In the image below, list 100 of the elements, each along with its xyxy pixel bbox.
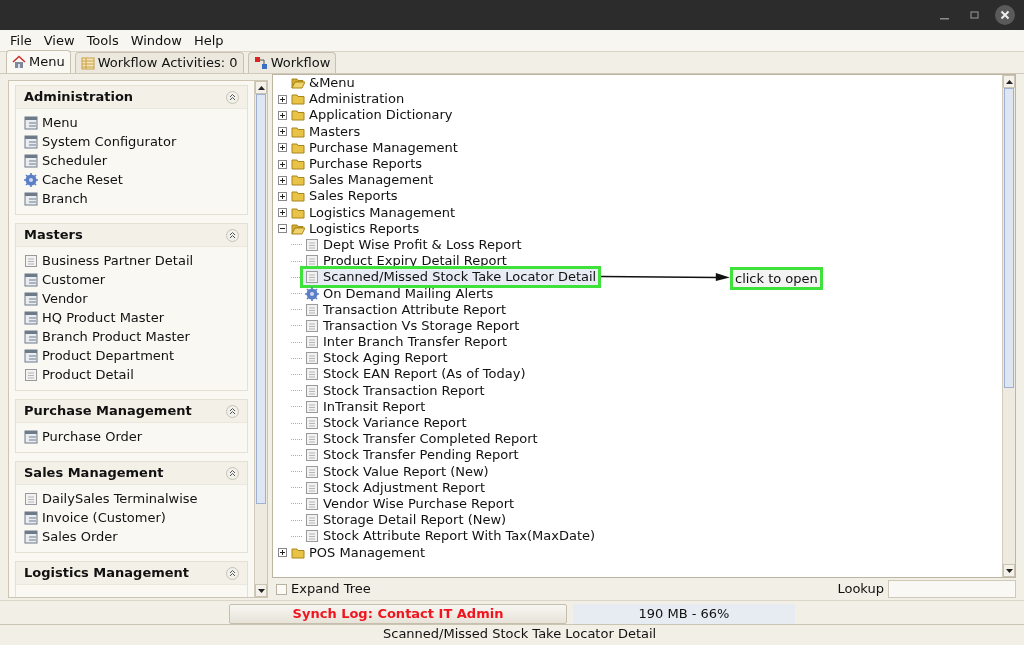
- tree-item[interactable]: Dept Wise Profit & Loss Report: [303, 236, 524, 253]
- menu-link[interactable]: Sales Order: [24, 527, 239, 546]
- tree-item[interactable]: Inter Branch Transfer Report: [303, 334, 510, 351]
- window-icon: [24, 310, 38, 325]
- tree-item[interactable]: Storage Detail Report (New): [303, 512, 509, 529]
- menu-link[interactable]: Vendor: [24, 289, 239, 308]
- group-header[interactable]: Purchase Management: [16, 400, 247, 423]
- scrollbar[interactable]: [1002, 75, 1015, 577]
- checkbox[interactable]: [276, 583, 287, 595]
- tree-item[interactable]: Stock Adjustment Report: [303, 479, 487, 496]
- collapse-icon[interactable]: [226, 566, 239, 580]
- tree-item[interactable]: Logistics Reports: [289, 220, 422, 237]
- document-icon: [305, 399, 319, 414]
- tree-item[interactable]: Application Dictionary: [289, 107, 455, 124]
- tree-item[interactable]: POS Management: [289, 544, 428, 561]
- menu-link[interactable]: Cache Reset: [24, 170, 239, 189]
- window-icon: [24, 329, 38, 344]
- field-label: Lookup: [837, 580, 884, 599]
- tab[interactable]: Workflow Activities: 0: [74, 52, 244, 73]
- menu-link[interactable]: HQ Product Master: [24, 308, 239, 327]
- group-header[interactable]: Masters: [16, 224, 247, 247]
- expand-icon[interactable]: [277, 143, 287, 153]
- collapse-icon[interactable]: [226, 466, 239, 480]
- tree-item[interactable]: Product Expiry Detail Report: [303, 253, 509, 270]
- tree-item[interactable]: Sales Reports: [289, 188, 400, 205]
- menu-link[interactable]: Menu: [24, 113, 239, 132]
- menu-link[interactable]: Invoice (Customer): [24, 508, 239, 527]
- tree-item[interactable]: Stock Aging Report: [303, 350, 450, 367]
- window-icon: [24, 272, 38, 287]
- synch-log-button[interactable]: Synch Log: Contact IT Admin: [229, 604, 567, 624]
- document-icon: [305, 383, 319, 398]
- expand-icon[interactable]: [277, 159, 287, 169]
- tree-item[interactable]: Stock Transfer Completed Report: [303, 431, 540, 448]
- lookup-field[interactable]: [888, 580, 1016, 598]
- menu-link[interactable]: Purchase Order: [24, 427, 239, 446]
- tree-item[interactable]: Sales Management: [289, 172, 436, 189]
- tree-item[interactable]: Stock Variance Report: [303, 415, 469, 432]
- menu-link[interactable]: Branch Product Master: [24, 327, 239, 346]
- tree-item[interactable]: Stock Value Report (New): [303, 463, 491, 480]
- expand-icon[interactable]: [277, 191, 287, 201]
- menu-link[interactable]: Scheduler: [24, 151, 239, 170]
- menu-link[interactable]: DailySales Terminalwise: [24, 489, 239, 508]
- menu-link[interactable]: Branch: [24, 189, 239, 208]
- expand-icon[interactable]: [277, 127, 287, 137]
- group-header[interactable]: Administration: [16, 86, 247, 109]
- scroll-down-icon[interactable]: [257, 588, 265, 593]
- document-icon: [24, 367, 38, 382]
- expand-icon[interactable]: [277, 110, 287, 120]
- tab[interactable]: Menu: [6, 50, 71, 73]
- checkbox-label[interactable]: Expand Tree: [291, 579, 371, 599]
- tree-item[interactable]: Administration: [289, 91, 407, 108]
- menu-link[interactable]: Business Partner Detail: [24, 251, 239, 270]
- tree-item[interactable]: Logistics Management: [289, 204, 457, 221]
- tree-item[interactable]: Stock Transaction Report: [303, 382, 487, 399]
- group-header[interactable]: Sales Management: [16, 462, 247, 485]
- tree-item[interactable]: Purchase Management: [289, 139, 460, 156]
- document-icon: [305, 416, 319, 431]
- home-icon: [12, 55, 26, 69]
- scrollbar[interactable]: [254, 81, 267, 597]
- menubar-entry[interactable]: Window: [124, 30, 188, 51]
- window-icon: [24, 191, 38, 206]
- tree-item[interactable]: On Demand Mailing Alerts: [303, 285, 496, 302]
- collapse-icon[interactable]: [277, 224, 287, 234]
- collapse-icon[interactable]: [226, 90, 239, 104]
- scroll-up-icon[interactable]: [257, 85, 265, 90]
- collapse-icon[interactable]: [226, 228, 239, 242]
- tab[interactable]: Workflow: [247, 52, 337, 73]
- expand-icon[interactable]: [277, 175, 287, 185]
- scroll-up-icon[interactable]: [1005, 79, 1013, 84]
- tree-item[interactable]: Transaction Attribute Report: [303, 301, 509, 318]
- collapse-icon[interactable]: [226, 404, 239, 418]
- menubar-entry[interactable]: View: [37, 30, 81, 51]
- menu-link[interactable]: Product Department: [24, 346, 239, 365]
- expand-icon[interactable]: [277, 208, 287, 218]
- tree-item[interactable]: Transaction Vs Storage Report: [303, 317, 522, 334]
- close-icon[interactable]: [994, 4, 1016, 26]
- expand-icon[interactable]: [277, 94, 287, 104]
- tree-item[interactable]: Masters: [289, 123, 363, 140]
- tree-item[interactable]: Stock Attribute Report With Tax(MaxDate): [303, 528, 598, 545]
- menubar-entry[interactable]: File: [4, 30, 38, 51]
- scroll-down-icon[interactable]: [1005, 568, 1013, 573]
- document-icon: [305, 270, 319, 285]
- menu-link[interactable]: Customer: [24, 270, 239, 289]
- menubar-entry[interactable]: Help: [187, 30, 230, 51]
- expand-icon[interactable]: [277, 548, 287, 558]
- tree-item[interactable]: Scanned/Missed Stock Take Locator Detail: [303, 269, 599, 286]
- menu-link[interactable]: System Configurator: [24, 132, 239, 151]
- tree-item[interactable]: Vendor Wise Purchase Report: [303, 495, 517, 512]
- tree-item[interactable]: &Menu: [289, 75, 357, 92]
- tree-item[interactable]: InTransit Report: [303, 398, 428, 415]
- tree-item[interactable]: Purchase Reports: [289, 156, 425, 173]
- tree-item[interactable]: Stock EAN Report (As of Today): [303, 366, 528, 383]
- open-folder-icon: [291, 76, 305, 91]
- document-icon: [305, 480, 319, 495]
- document-icon: [305, 237, 319, 252]
- group-header[interactable]: Logistics Management: [16, 562, 247, 585]
- menubar-entry[interactable]: Tools: [80, 30, 125, 51]
- tree-item[interactable]: Stock Transfer Pending Report: [303, 447, 521, 464]
- menu-link[interactable]: Product Detail: [24, 365, 239, 384]
- document-icon: [305, 367, 319, 382]
